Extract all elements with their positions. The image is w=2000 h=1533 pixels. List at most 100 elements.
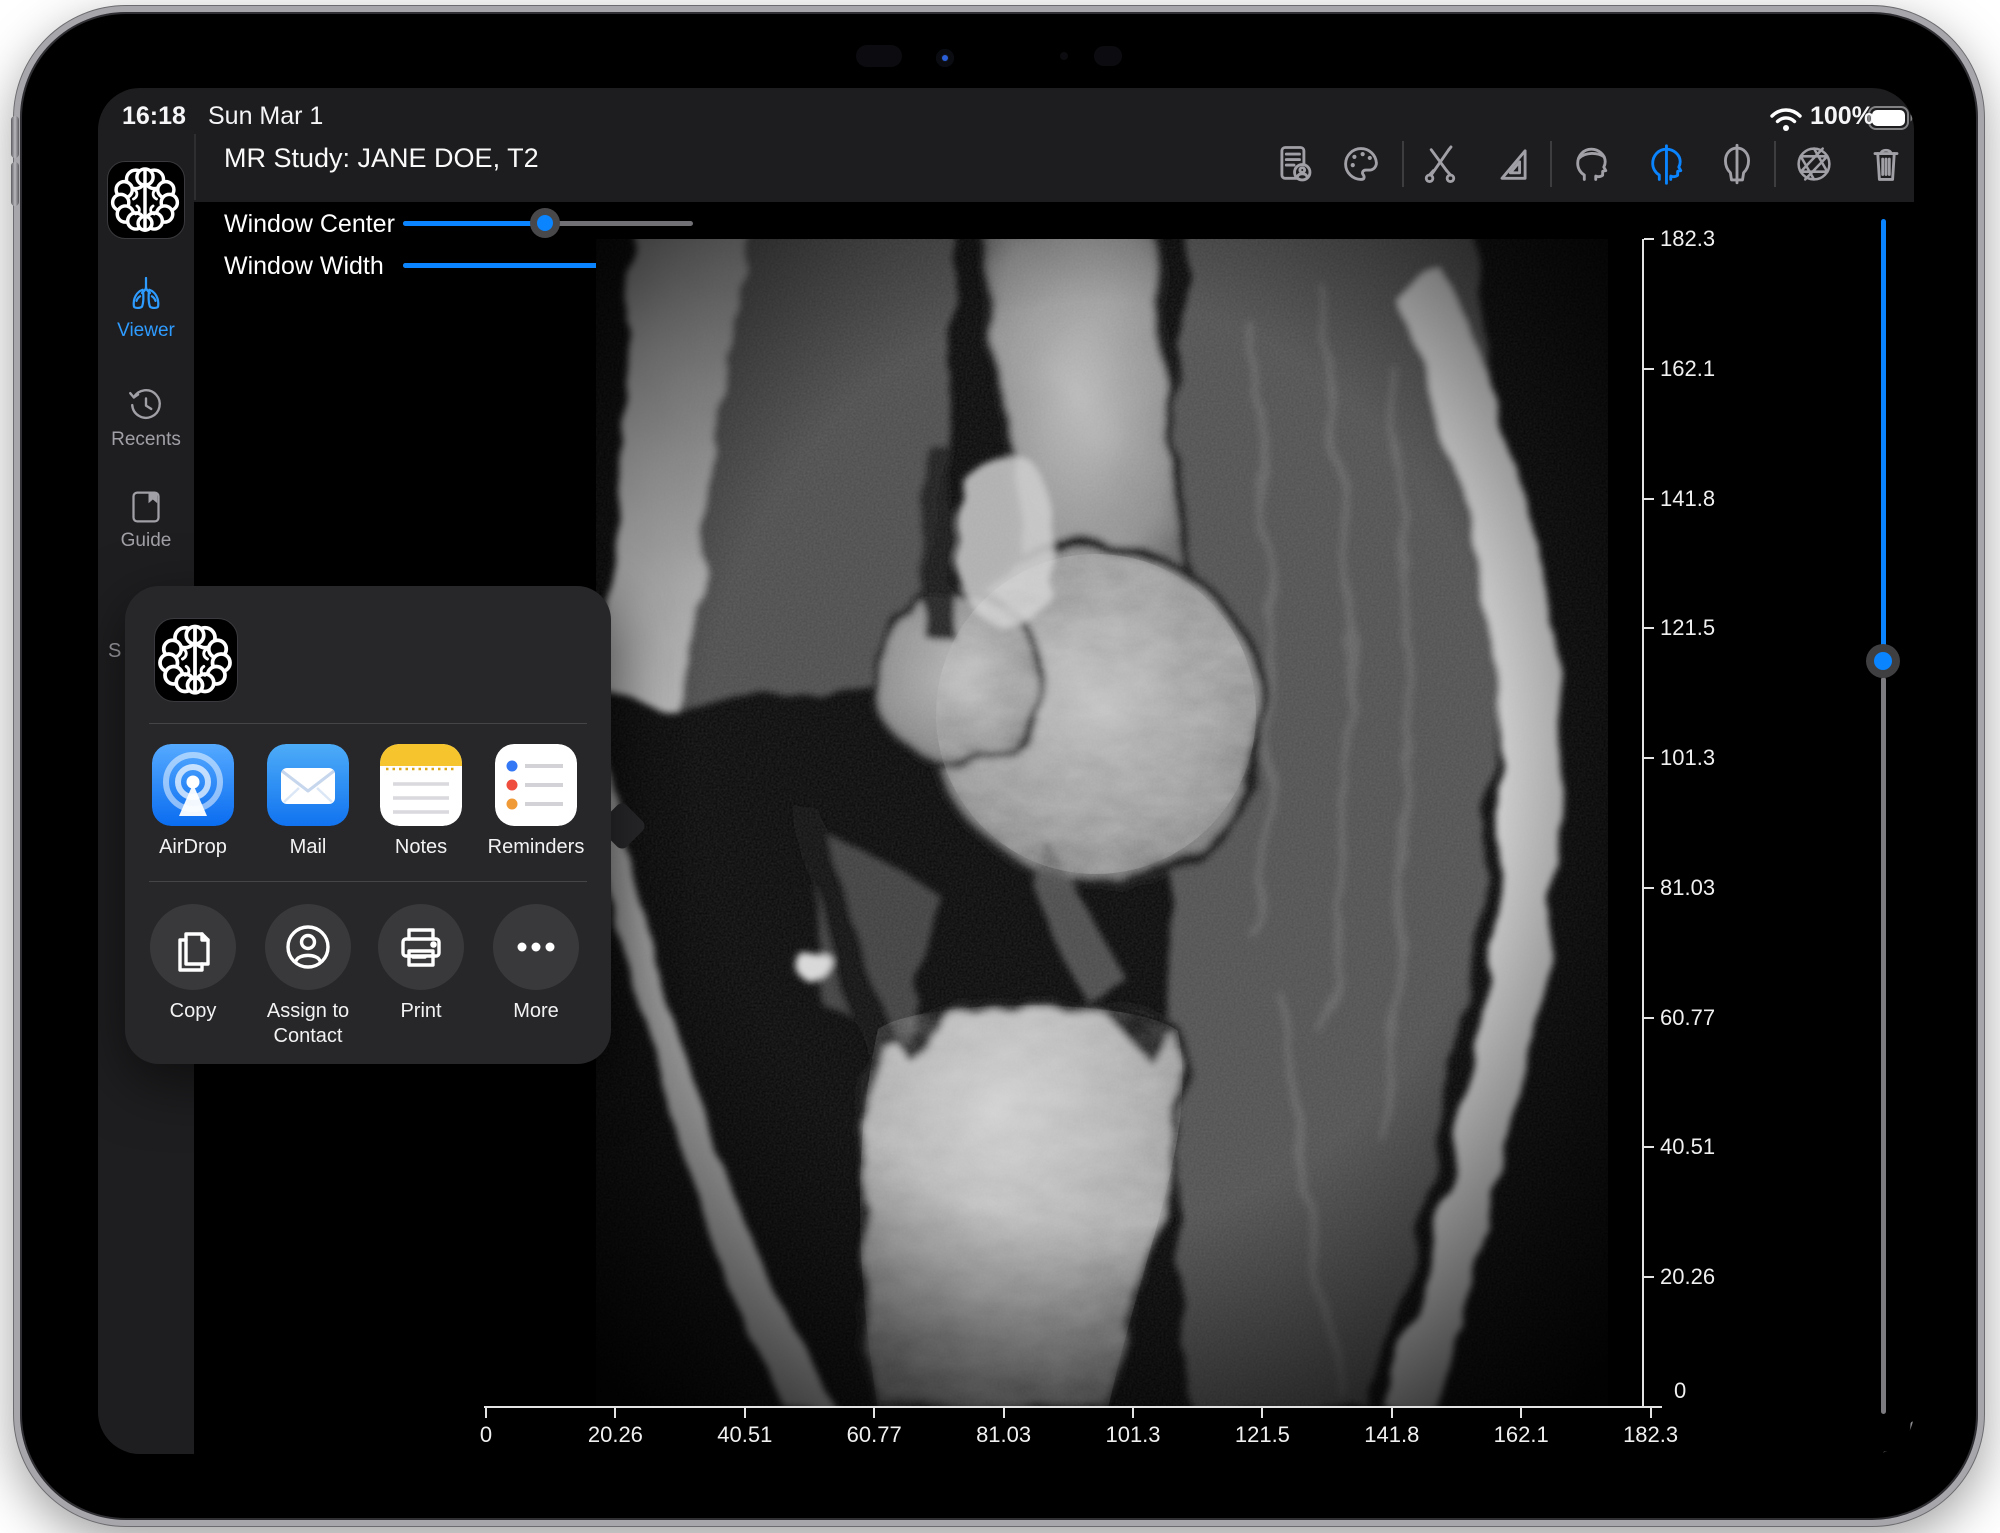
x-tick-label: 162.1 [1476, 1422, 1566, 1448]
x-tick-label: 0 [441, 1422, 531, 1448]
x-tick-label: 81.03 [959, 1422, 1049, 1448]
window-center-label: Window Center [224, 210, 395, 239]
x-tick-label: 182.3 [1606, 1422, 1696, 1448]
y-tick-label: 121.5 [1660, 615, 1715, 641]
ambient-sensor [1060, 52, 1068, 60]
toolbar-divider [1774, 141, 1776, 187]
trash-icon[interactable] [1862, 140, 1910, 188]
share-target-label: Reminders [478, 835, 594, 860]
study-title: MR Study: JANE DOE, T2 [224, 143, 539, 174]
y-axis-line [1642, 239, 1644, 1408]
front-camera-lens [936, 49, 954, 67]
scale-slider-thumb[interactable] [1866, 644, 1900, 678]
x-tick-label: 40.51 [700, 1422, 790, 1448]
x-tick-label: 20.26 [570, 1422, 660, 1448]
y-tick-label: 141.8 [1660, 486, 1715, 512]
wifi-icon [1770, 107, 1802, 133]
action-more[interactable]: More [478, 904, 594, 1024]
sidebar-item-label: Guide [98, 530, 194, 552]
action-label: Print [363, 999, 479, 1024]
sidebar-item-settings-partial[interactable]: S [108, 640, 121, 663]
window-center-thumb[interactable] [530, 208, 560, 238]
popover-divider [149, 723, 587, 724]
report-info-icon[interactable] [1270, 140, 1318, 188]
edit-tools-icon[interactable] [1416, 140, 1464, 188]
y-tick-label: 162.1 [1660, 356, 1715, 382]
y-tick [1644, 1017, 1654, 1019]
x-tick-label: 121.5 [1217, 1422, 1307, 1448]
battery-percent-label: 100% [1810, 102, 1874, 131]
airdrop-icon [152, 744, 234, 826]
head-coronal-icon[interactable] [1713, 140, 1761, 188]
y-tick [1644, 1276, 1654, 1278]
y-tick [1644, 627, 1654, 629]
share-app-icon [154, 618, 238, 702]
sidebar-item-label: Recents [98, 429, 194, 451]
set-square-icon[interactable] [1489, 140, 1537, 188]
action-print[interactable]: Print [363, 904, 479, 1024]
x-tick-label: 60.77 [829, 1422, 919, 1448]
sidebar-item-guide[interactable]: Guide [98, 487, 194, 552]
y-tick-label: 20.26 [1660, 1264, 1715, 1290]
knee-mri-render [582, 239, 1608, 1407]
x-tick [744, 1408, 746, 1418]
share-popover: AirDrop Mail [125, 586, 611, 1064]
window-width-label: Window Width [224, 252, 384, 281]
y-tick-label: 182.3 [1660, 226, 1715, 252]
y-tick-label: 0 [1674, 1378, 1686, 1404]
y-tick [1644, 757, 1654, 759]
volume-down-button [11, 162, 19, 206]
action-copy[interactable]: Copy [135, 904, 251, 1024]
camera-module [856, 45, 902, 67]
y-tick [1644, 238, 1654, 240]
share-target-reminders[interactable]: Reminders [478, 744, 594, 860]
app-screen: 16:18 Sun Mar 1 100% MR Study: JANE DOE,… [98, 88, 1914, 1454]
y-tick-label: 81.03 [1660, 875, 1715, 901]
x-tick [1520, 1408, 1522, 1418]
head-axial-icon[interactable] [1568, 140, 1616, 188]
action-label: Assign to Contact [250, 999, 366, 1049]
toolbar-divider [1550, 141, 1552, 187]
y-tick-label: 60.77 [1660, 1005, 1715, 1031]
share-target-mail[interactable]: Mail [250, 744, 366, 860]
x-tick-label: 141.8 [1347, 1422, 1437, 1448]
x-tick [1132, 1408, 1134, 1418]
x-tick [1650, 1408, 1652, 1418]
palette-icon[interactable] [1337, 140, 1385, 188]
share-target-label: Notes [363, 835, 479, 860]
y-tick [1644, 368, 1654, 370]
share-target-label: AirDrop [135, 835, 251, 860]
mri-image-viewport[interactable] [486, 239, 1660, 1407]
corner-rotate-arc [1875, 1416, 1914, 1454]
copy-icon [150, 904, 236, 990]
clock: 16:18 [122, 102, 186, 131]
sidebar-item-viewer[interactable]: Viewer [98, 273, 194, 342]
date: Sun Mar 1 [208, 102, 323, 131]
toolbar-divider [1402, 141, 1404, 187]
mail-icon [267, 744, 349, 826]
share-target-airdrop[interactable]: AirDrop [135, 744, 251, 860]
y-tick [1644, 887, 1654, 889]
action-label: More [478, 999, 594, 1024]
scale-slider-filled[interactable] [1881, 219, 1886, 647]
header-divider [194, 134, 196, 200]
action-label: Copy [135, 999, 251, 1024]
sidebar-item-recents[interactable]: Recents [98, 384, 194, 451]
head-sagittal-icon[interactable] [1643, 140, 1691, 188]
share-target-label: Mail [250, 835, 366, 860]
assign-contact-icon [265, 904, 351, 990]
x-tick [1261, 1408, 1263, 1418]
action-assign-to-contact[interactable]: Assign to Contact [250, 904, 366, 1049]
y-tick [1644, 1146, 1654, 1148]
ipad-frame: 16:18 Sun Mar 1 100% MR Study: JANE DOE,… [14, 6, 1984, 1526]
more-icon [493, 904, 579, 990]
aperture-icon[interactable] [1790, 140, 1838, 188]
y-tick-label: 40.51 [1660, 1134, 1715, 1160]
scale-slider-track[interactable] [1881, 677, 1886, 1414]
share-target-notes[interactable]: Notes [363, 744, 479, 860]
truedepth-sensor [1094, 46, 1122, 66]
app-icon[interactable] [107, 161, 185, 239]
x-axis-line [484, 1406, 1662, 1408]
guide-book-icon [126, 487, 166, 527]
x-tick [1391, 1408, 1393, 1418]
